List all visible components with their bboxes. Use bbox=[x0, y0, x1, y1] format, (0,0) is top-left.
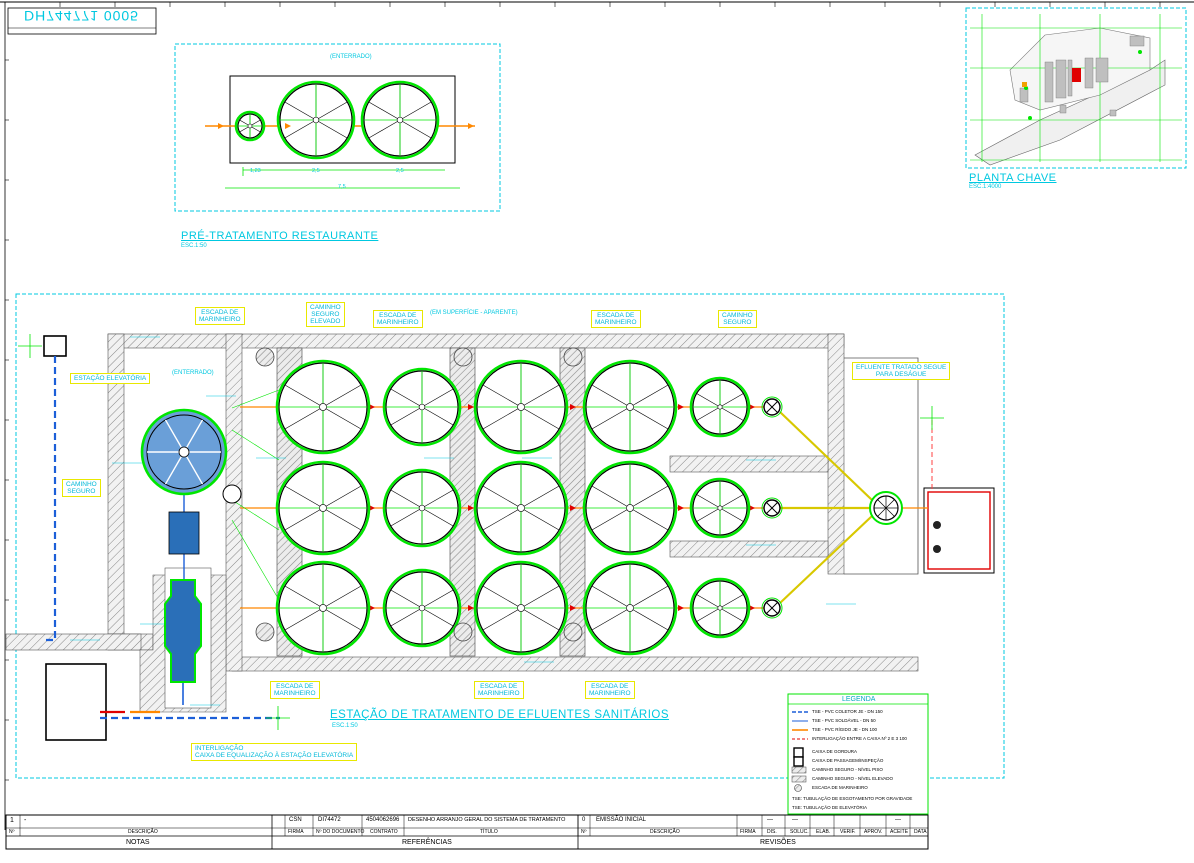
tb-h-descricao2: DESCRIÇÃO bbox=[650, 829, 680, 835]
callout-safe-path-left: CAMINHO SEGURO bbox=[62, 479, 101, 497]
pre-treatment-title: PRÉ-TRATAMENTO RESTAURANTE bbox=[181, 230, 379, 242]
callout-lift-station: ESTAÇÃO ELEVATÓRIA bbox=[70, 373, 151, 384]
tank-r2-c4 bbox=[582, 460, 678, 556]
pre-dim-1: 1,23 bbox=[250, 168, 261, 174]
tank-r3-c4 bbox=[582, 560, 678, 656]
tank-r3-c3 bbox=[473, 560, 569, 656]
tank-r2-c5 bbox=[689, 477, 751, 539]
pre-dim-2: 2,5 bbox=[312, 168, 320, 174]
pre-tank-grease bbox=[360, 80, 440, 160]
callout-ladder-3: ESCADA DE MARINHEIRO bbox=[591, 310, 641, 328]
valve-2 bbox=[761, 497, 783, 519]
callout-ladder-bottom-1: ESCADA DE MARINHEIRO bbox=[270, 681, 320, 699]
pre-buried-label: (ENTERRADO) bbox=[330, 54, 372, 60]
tb-row-no: 1 bbox=[10, 817, 14, 824]
tb-doc2: 4504062696 bbox=[366, 817, 400, 823]
pre-tank-equalization bbox=[276, 80, 356, 160]
callout-elevated-path: CAMINHO SEGURO ELEVADO bbox=[306, 302, 345, 327]
pre-dim-3: 2,5 bbox=[396, 168, 404, 174]
tb-h-descricao: DESCRIÇÃO bbox=[128, 829, 158, 835]
callout-buried: (ENTERRADO) bbox=[172, 370, 214, 376]
ladder-4 bbox=[255, 622, 275, 642]
ladder-3 bbox=[563, 347, 583, 367]
tb-h-no: Nº bbox=[9, 829, 15, 835]
valve-3 bbox=[761, 597, 783, 619]
tank-r1-c4 bbox=[582, 359, 678, 455]
main-plan-scale: ESC.1:50 bbox=[332, 723, 358, 729]
callout-surface: (EM SUPERFÍCIE - APARENTE) bbox=[430, 310, 518, 316]
legend-item-7: CAMINHO SEGURO - NÍVEL PISO bbox=[812, 767, 883, 772]
tb-dash-2: — bbox=[792, 817, 798, 823]
tank-r1-c3 bbox=[473, 359, 569, 455]
ladder-1 bbox=[255, 347, 275, 367]
pre-tank-small bbox=[234, 110, 266, 142]
legend-item-10: TSE: TUBULAÇÃO DE ESGOTAMENTO POR GRAVID… bbox=[792, 796, 913, 801]
tb-h-nodoc: Nº DO DOCUMENTO bbox=[316, 829, 365, 835]
tank-r2-c3 bbox=[473, 460, 569, 556]
tb-h-elab: ELAB. bbox=[816, 829, 831, 835]
legend-item-3: TSE - PVC RÍGIDO JE - DN 100 bbox=[812, 727, 878, 732]
tb-h-contrato: CONTRATO bbox=[370, 829, 398, 835]
key-plan-title: PLANTA CHAVE bbox=[969, 172, 1057, 184]
legend-item-11: TSE: TUBULAÇÃO DE ELEVATÓRIA bbox=[792, 805, 868, 810]
legend-item-2: TSE - PVC SOLDÁVEL - DN 50 bbox=[812, 718, 876, 723]
tb-rev0: 0 bbox=[582, 817, 586, 823]
tb-doc1: DI74472 bbox=[318, 817, 341, 823]
ladder-6 bbox=[563, 622, 583, 642]
tb-emissao: EMISSÃO INICIAL bbox=[596, 817, 647, 823]
tb-h-verif: VERIF. bbox=[840, 829, 856, 835]
tb-h-aceite: ACEITE bbox=[890, 829, 909, 835]
callout-safe-path-top: CAMINHO SEGURO bbox=[718, 310, 757, 328]
callout-treated-effluent: EFLUENTE TRATADO SEGUE PARA DESÁGUE bbox=[852, 362, 951, 380]
pre-dim-total: 7,5 bbox=[338, 184, 346, 190]
tb-dash-1: — bbox=[767, 817, 773, 823]
tank-r3-c2 bbox=[382, 568, 462, 648]
tb-revisoes: REVISÕES bbox=[760, 839, 796, 846]
callout-ladder-bottom-2: ESCADA DE MARINHEIRO bbox=[474, 681, 524, 699]
tank-r3-c5 bbox=[689, 577, 751, 639]
tank-r2-c1 bbox=[275, 460, 371, 556]
valve-1 bbox=[761, 396, 783, 418]
legend-item-5: CAIXA DE GORDURA bbox=[812, 749, 858, 754]
legend-item-6: CAIXA DE PASSAGEM/INSPEÇÃO bbox=[812, 758, 884, 763]
highlighted-area bbox=[1072, 68, 1081, 82]
tank-r2-c2 bbox=[382, 468, 462, 548]
drawing-canvas bbox=[0, 1, 1194, 850]
tb-dash-3: — bbox=[895, 817, 901, 823]
tb-csn: CSN bbox=[289, 817, 302, 823]
callout-interconnection: INTERLIGAÇÃO CAIXA DE EQUALIZAÇÃO À ESTA… bbox=[191, 743, 358, 761]
tb-h-dis: DIS. bbox=[767, 829, 777, 835]
callout-ladder-bottom-3: ESCADA DE MARINHEIRO bbox=[585, 681, 635, 699]
callout-ladder-2: ESCADA DE MARINHEIRO bbox=[373, 310, 423, 328]
tb-h-firma: FIRMA bbox=[288, 829, 304, 835]
tb-h-soluc: SOLUC. bbox=[790, 829, 809, 835]
tb-h-aprov: APROV. bbox=[864, 829, 883, 835]
tb-h-data: DATA bbox=[914, 829, 927, 835]
ladder-5 bbox=[453, 622, 473, 642]
tb-h-titulo: TÍTULO bbox=[480, 829, 498, 835]
tank-r1-c2 bbox=[382, 367, 462, 447]
legend-item-8: CAMINHO SEGURO - NÍVEL ELEVADO bbox=[812, 776, 894, 781]
drawing-sheet: DH744771 0005 (ENTERRADO) 1,23 2,5 2,5 7… bbox=[0, 0, 1194, 858]
drawing-number: DH744771 0005 bbox=[24, 8, 139, 24]
key-plan-scale: ESC.1:4000 bbox=[969, 184, 1002, 190]
legend-item-4: INTERLIGAÇÃO ENTRE A CAIXA Nº 2 E 3 100 bbox=[812, 736, 907, 741]
tank-r3-c1 bbox=[275, 560, 371, 656]
legend-title: LEGENDA bbox=[842, 696, 876, 703]
tb-h-no2: Nº bbox=[581, 829, 587, 835]
tb-notas: NOTAS bbox=[126, 839, 150, 846]
callout-ladder-1: ESCADA DE MARINHEIRO bbox=[195, 307, 245, 325]
tb-desc: DESENHO ARRANJO GERAL DO SISTEMA DE TRAT… bbox=[408, 817, 566, 823]
tank-r1-c5 bbox=[689, 376, 751, 438]
legend-item-1: TSE - PVC COLETOR JE - DN 150 bbox=[812, 709, 883, 714]
legend-item-9: ESCADA DE MARINHEIRO bbox=[812, 785, 868, 790]
pre-treatment-scale: ESC.1:50 bbox=[181, 243, 207, 249]
tb-row-dash: - bbox=[24, 817, 27, 824]
tb-referencias: REFERÊNCIAS bbox=[402, 839, 452, 846]
ladder-2 bbox=[453, 347, 473, 367]
main-plan-title: ESTAÇÃO DE TRATAMENTO DE EFLUENTES SANIT… bbox=[330, 709, 670, 721]
key-plan bbox=[965, 7, 1187, 169]
tank-r1-c1 bbox=[275, 359, 371, 455]
tb-h-firma2: FIRMA bbox=[740, 829, 756, 835]
